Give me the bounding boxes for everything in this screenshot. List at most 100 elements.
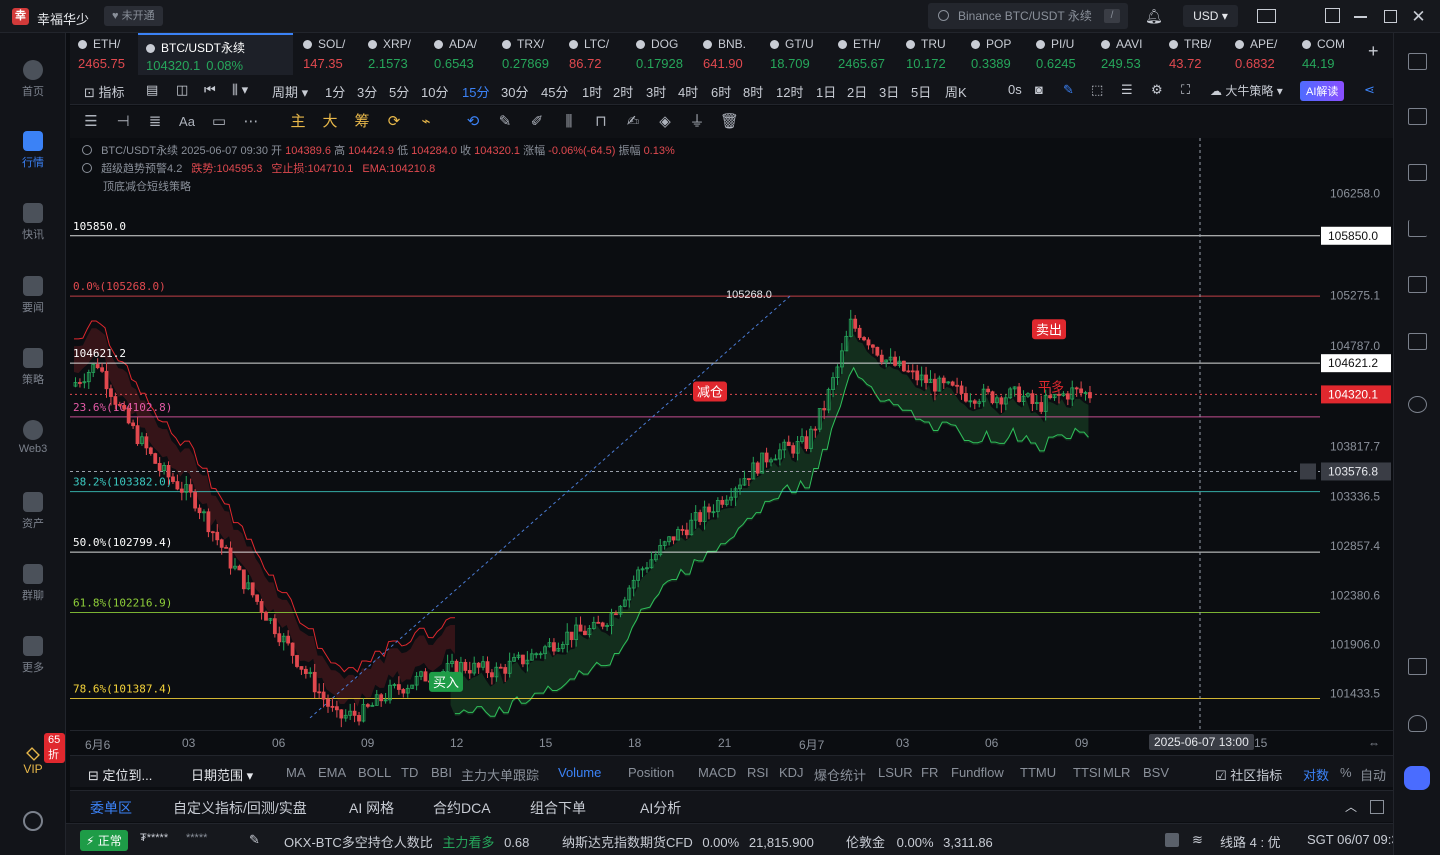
candles-icon[interactable]: ⫼	[560, 113, 578, 131]
layout-icon[interactable]: ◫	[176, 82, 188, 98]
bottom-tab[interactable]: 委单区	[90, 798, 132, 818]
timeframe-option[interactable]: 4时	[678, 82, 698, 101]
timeframe-option[interactable]: 8时	[743, 82, 763, 101]
ticker-tab[interactable]: ETH/2465.67	[830, 33, 896, 75]
indicator-option[interactable]: MA	[286, 765, 306, 780]
calendar-icon[interactable]: ▤	[146, 82, 158, 98]
ticker-tab[interactable]: TRU 10.172	[898, 33, 964, 75]
period-select[interactable]: 周期 ▾	[272, 82, 308, 101]
collapse-icon[interactable]: ︿	[1345, 798, 1357, 815]
network-line[interactable]: 线路 4 : 优	[1220, 832, 1281, 851]
ticker-item-2[interactable]: 纳斯达克指数期货CFD 0.00% 21,815.900	[562, 832, 814, 851]
add-ticker-icon[interactable]: +	[1364, 33, 1389, 75]
headset-icon[interactable]	[1408, 715, 1427, 732]
nav-news[interactable]: 快讯	[0, 203, 66, 242]
ai-analyze-button[interactable]: AI解读	[1300, 81, 1345, 101]
timeframe-option[interactable]: 15分	[462, 82, 489, 101]
price-chart[interactable]: 105850.00.0%(105268.0)104621.223.6%(1041…	[70, 138, 1393, 730]
bell-icon[interactable]: 🔔︎	[1145, 8, 1163, 25]
trade-icon[interactable]	[1408, 164, 1427, 181]
timeframe-option[interactable]: 6时	[711, 82, 731, 101]
indicator-option[interactable]: Position	[628, 765, 674, 780]
pencil-icon[interactable]: ✎	[496, 113, 514, 131]
ticker-tab[interactable]: AAVI 249.53	[1093, 33, 1159, 75]
timeframe-option[interactable]: 2时	[613, 82, 633, 101]
bottom-tab[interactable]: 合约DCA	[433, 798, 491, 818]
magnet-icon[interactable]: ⟲	[464, 113, 482, 131]
eraser-icon[interactable]: ◈	[656, 113, 674, 131]
horizontal-line-icon[interactable]: ⊣	[114, 113, 132, 131]
analytics-icon[interactable]	[1408, 220, 1427, 237]
edit-icon[interactable]: ✎	[249, 832, 260, 848]
indicator-option[interactable]: TTSI	[1073, 765, 1101, 780]
indicator-option[interactable]: TD	[401, 765, 418, 780]
nav-more[interactable]: 更多	[0, 636, 66, 675]
fullscreen-icon[interactable]: ⛶	[1181, 82, 1190, 98]
nav-assets[interactable]: 资产	[0, 492, 66, 531]
timeframe-option[interactable]: 1时	[582, 82, 602, 101]
indicator-option[interactable]: 主力大单跟踪	[461, 765, 539, 784]
settings-icon[interactable]: ⚙	[1151, 82, 1163, 98]
ticker-tab[interactable]: SOL/147.35	[295, 33, 361, 75]
date-range-select[interactable]: 日期范围 ▾	[191, 765, 253, 784]
timeframe-option[interactable]: 2日	[847, 82, 867, 101]
bottom-tab[interactable]: AI 网格	[349, 798, 394, 818]
calculator-icon[interactable]	[1408, 333, 1427, 350]
ticker-tab[interactable]: ETH/2465.75	[70, 33, 136, 75]
indicator-option[interactable]: TTMU	[1020, 765, 1056, 780]
assistant-bot-icon[interactable]	[1404, 766, 1430, 790]
list-icon[interactable]: ☰	[1121, 82, 1133, 98]
timeframe-option[interactable]: 3日	[879, 82, 899, 101]
ticker-tab[interactable]: ADA/0.6543	[426, 33, 492, 75]
nav-headlines[interactable]: 要闻	[0, 276, 66, 315]
ticker-tab[interactable]: DOG 0.17928	[628, 33, 694, 75]
share-window-icon[interactable]: ⬚	[1091, 82, 1103, 98]
ticker-item-1[interactable]: OKX-BTC多空持仓人数比 主力看多 0.68	[284, 832, 529, 851]
indicator-option[interactable]: 爆仓统计	[814, 765, 866, 784]
panel-icon[interactable]	[1408, 658, 1427, 675]
bottom-tab[interactable]: 组合下单	[530, 798, 586, 818]
mode-main[interactable]: 主	[289, 113, 307, 131]
pen-icon[interactable]: ✎	[1063, 82, 1074, 98]
ticker-tab[interactable]: LTC/86.72	[561, 33, 627, 75]
nav-home[interactable]: 首页	[0, 60, 66, 99]
close-icon[interactable]: ✕	[1410, 8, 1427, 25]
indicator-option[interactable]: MACD	[698, 765, 736, 780]
ticker-tab[interactable]: BNB. 641.90	[695, 33, 761, 75]
indicator-option[interactable]: MLR	[1103, 765, 1130, 780]
mode-large[interactable]: 大	[321, 113, 339, 131]
indicators-button[interactable]: ⊡ 指标	[84, 82, 125, 101]
more-icon[interactable]: ⋯	[242, 113, 260, 131]
membership-badge[interactable]: ♥ 未开通	[104, 6, 163, 26]
indicator-option[interactable]: KDJ	[779, 765, 804, 780]
indicator-option[interactable]: BBI	[431, 765, 452, 780]
ticker-tab[interactable]: TRX/0.27869	[494, 33, 560, 75]
ticker-tab[interactable]: POP 0.3389	[963, 33, 1029, 75]
timeframe-option[interactable]: 周K	[945, 82, 967, 101]
bottom-tab[interactable]: 自定义指标/回测/实盘	[173, 798, 307, 818]
ticker-tab[interactable]: COM 44.19	[1294, 33, 1360, 75]
nav-web3[interactable]: Web3	[0, 420, 66, 455]
filter-icon[interactable]: ⏚	[688, 113, 706, 131]
lock-icon[interactable]: ⊓	[592, 113, 610, 131]
minimize-icon[interactable]	[1354, 16, 1367, 18]
brush-tool-icon[interactable]: ⌁	[417, 113, 435, 131]
candle-type-icon[interactable]: ⫼ ▾	[232, 82, 248, 98]
timeframe-option[interactable]: 3时	[646, 82, 666, 101]
trash-icon[interactable]: 🗑︎	[720, 113, 739, 131]
refresh-tool-icon[interactable]: ⟳	[385, 113, 403, 131]
username[interactable]: 幸福华少	[37, 9, 89, 28]
indicator-option[interactable]: LSUR	[878, 765, 913, 780]
eye-icon[interactable]	[82, 145, 92, 155]
time-axis[interactable]: 6月6 03 06 09 12 15 18 21 6月7 03 06 09 15 2025-06-07 1…	[70, 730, 1393, 754]
notes-icon[interactable]	[1408, 108, 1427, 125]
ticker-tab[interactable]: XRP/2.1573	[360, 33, 426, 75]
help-icon[interactable]	[1165, 833, 1179, 847]
indicator-option[interactable]: BSV	[1143, 765, 1169, 780]
timeframe-option[interactable]: 30分	[501, 82, 528, 101]
ticker-tab[interactable]: BTC/USDT永续 104320.1 0.08%	[138, 33, 293, 75]
timeframe-option[interactable]: 45分	[541, 82, 568, 101]
ticker-tab[interactable]: PI/U 0.6245	[1028, 33, 1094, 75]
watchlist-icon[interactable]	[1408, 53, 1427, 70]
ticker-tab[interactable]: GT/U 18.709	[762, 33, 828, 75]
